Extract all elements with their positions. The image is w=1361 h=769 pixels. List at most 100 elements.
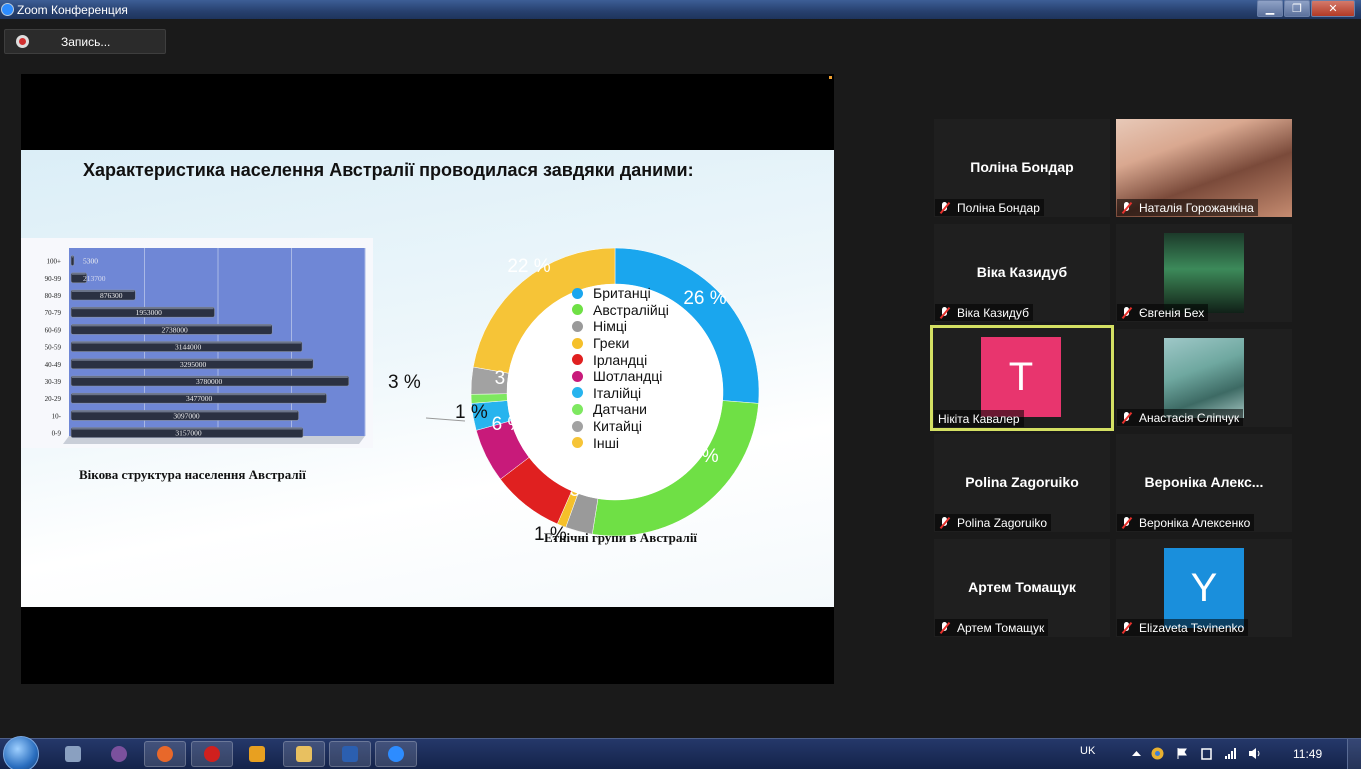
donut-value-label: 26 %: [675, 446, 718, 467]
participant-tile[interactable]: Артем Томащук Артем Томащук: [934, 539, 1110, 637]
legend-swatch: [572, 437, 583, 449]
legend-item: Греки: [572, 335, 669, 352]
participant-tile[interactable]: Наталія Горожанкіна: [1116, 119, 1292, 217]
participant-name: Наталія Горожанкіна: [1139, 200, 1254, 215]
record-icon: [16, 35, 29, 48]
volume-icon[interactable]: [1248, 747, 1261, 760]
maximize-icon: ❐: [1292, 3, 1302, 15]
show-desktop-button[interactable]: [1347, 739, 1361, 769]
start-button[interactable]: [3, 736, 39, 769]
participant-tile[interactable]: T Нікіта Кавалер: [930, 325, 1114, 431]
legend-swatch: [572, 403, 583, 415]
participant-tile[interactable]: Y Elizaveta Tsvinenko: [1116, 539, 1292, 637]
legend-swatch: [572, 354, 583, 366]
legend-label: Британці: [593, 285, 651, 302]
participant-video: [1164, 233, 1244, 313]
taskbar-clock[interactable]: 11:49: [1293, 747, 1322, 761]
maximize-button[interactable]: ❐: [1284, 0, 1310, 17]
window-title: Zoom Конференция: [17, 2, 128, 17]
donut-value-label: 26 %: [683, 288, 726, 309]
muted-mic-icon: [937, 621, 953, 635]
close-button[interactable]: ✕: [1311, 0, 1355, 17]
participant-tile[interactable]: Євгенія Бех: [1116, 224, 1292, 322]
participant-tile[interactable]: Polina Zagoruiko Polina Zagoruiko: [934, 434, 1110, 532]
muted-mic-icon: [1119, 516, 1135, 530]
share-indicator-dot: [829, 76, 832, 79]
participant-display-name: Віка Казидуб: [976, 264, 1068, 280]
legend-item: Британці: [572, 285, 669, 302]
legend-item: Німці: [572, 318, 669, 335]
legend-item: Ірландці: [572, 351, 669, 368]
presentation-slide: Характеристика населення Австралії прово…: [21, 150, 834, 607]
participant-name: Артем Томащук: [957, 620, 1045, 635]
legend-label: Китайці: [593, 418, 642, 435]
legend-item: Австралійці: [572, 302, 669, 319]
participant-name-label: Вероніка Алексенко: [1117, 514, 1255, 531]
participant-name-label: Наталія Горожанкіна: [1117, 199, 1258, 216]
clipboard-tray-icon[interactable]: [1200, 747, 1213, 760]
participant-name: Polina Zagoruiko: [957, 515, 1048, 530]
chrome-tray-icon[interactable]: [1151, 747, 1164, 760]
participant-video: [1164, 338, 1244, 418]
record-button[interactable]: Запись...: [4, 29, 166, 54]
participant-tile[interactable]: Віка Казидуб Віка Казидуб: [934, 224, 1110, 322]
zoom-app-icon: [1, 3, 14, 16]
participant-display-name: Поліна Бондар: [970, 159, 1074, 175]
calculator-icon: [65, 746, 81, 762]
participant-avatar: Y: [1164, 548, 1244, 628]
participant-display-name: Артем Томащук: [968, 579, 1076, 595]
participant-name-label: Артем Томащук: [935, 619, 1049, 636]
record-label: Запись...: [61, 34, 111, 49]
participant-name-label: Polina Zagoruiko: [935, 514, 1052, 531]
opera-icon: [204, 746, 220, 762]
legend-swatch: [572, 304, 583, 316]
viber-icon: [111, 746, 127, 762]
taskbar-app-button[interactable]: [236, 741, 278, 767]
participant-tile[interactable]: Вероніка Алекс... Вероніка Алексенко: [1116, 434, 1292, 532]
taskbar-app-button[interactable]: [191, 741, 233, 767]
participant-name: Євгенія Бех: [1139, 305, 1205, 320]
taskbar-app-button[interactable]: [283, 741, 325, 767]
participant-display-name: Вероніка Алекс...: [1144, 474, 1264, 490]
minimize-icon: ▁: [1265, 3, 1275, 15]
taskbar-app-button[interactable]: [52, 741, 94, 767]
muted-mic-icon: [937, 516, 953, 530]
donut-value-label: 3 %: [495, 368, 528, 389]
language-indicator[interactable]: UK: [1080, 745, 1095, 757]
muted-mic-icon: [937, 201, 953, 215]
taskbar-app-button[interactable]: [375, 741, 417, 767]
donut-outside-label: 3 %: [388, 372, 421, 393]
legend-item: Італійці: [572, 385, 669, 402]
legend-item: Інші: [572, 434, 669, 451]
participant-tile[interactable]: Поліна Бондар Поліна Бондар: [934, 119, 1110, 217]
windows-taskbar: UK 11:49: [0, 736, 1361, 769]
taskbar-app-button[interactable]: [329, 741, 371, 767]
participant-name: Нікіта Кавалер: [938, 411, 1020, 426]
legend-swatch: [572, 337, 583, 349]
shared-screen[interactable]: Характеристика населення Австралії прово…: [21, 74, 834, 684]
legend-item: Датчани: [572, 401, 669, 418]
close-icon: ✕: [1328, 3, 1338, 15]
participant-tile[interactable]: Анастасія Сліпчук: [1116, 329, 1292, 427]
network-signal-icon[interactable]: [1224, 747, 1237, 760]
window-controls: ▁ ❐ ✕: [1256, 0, 1355, 17]
explorer-icon: [296, 746, 312, 762]
legend-item: Китайці: [572, 418, 669, 435]
action-center-flag-icon[interactable]: [1176, 747, 1189, 760]
donut-value-label: 6 %: [492, 414, 525, 435]
donut-value-label: 8 %: [541, 456, 574, 477]
taskbar-app-button[interactable]: [144, 741, 186, 767]
minimize-button[interactable]: ▁: [1257, 0, 1283, 17]
taskbar-app-button[interactable]: [98, 741, 140, 767]
legend-label: Шотландці: [593, 368, 663, 385]
ethnic-groups-chart: 26 %26 %3 %8 %6 %3 %22 %1 %1 %3 %: [388, 247, 760, 545]
window-title-bar[interactable]: Zoom Конференция ▁ ❐ ✕: [0, 0, 1361, 19]
participant-name-label: Анастасія Сліпчук: [1117, 409, 1244, 426]
muted-mic-icon: [1119, 306, 1135, 320]
muted-mic-icon: [1119, 411, 1135, 425]
legend-label: Ірландці: [593, 351, 648, 368]
zoom-icon: [388, 746, 404, 762]
participant-name-label: Поліна Бондар: [935, 199, 1044, 216]
tray-expand-icon[interactable]: [1130, 747, 1143, 760]
legend-swatch: [572, 320, 583, 332]
